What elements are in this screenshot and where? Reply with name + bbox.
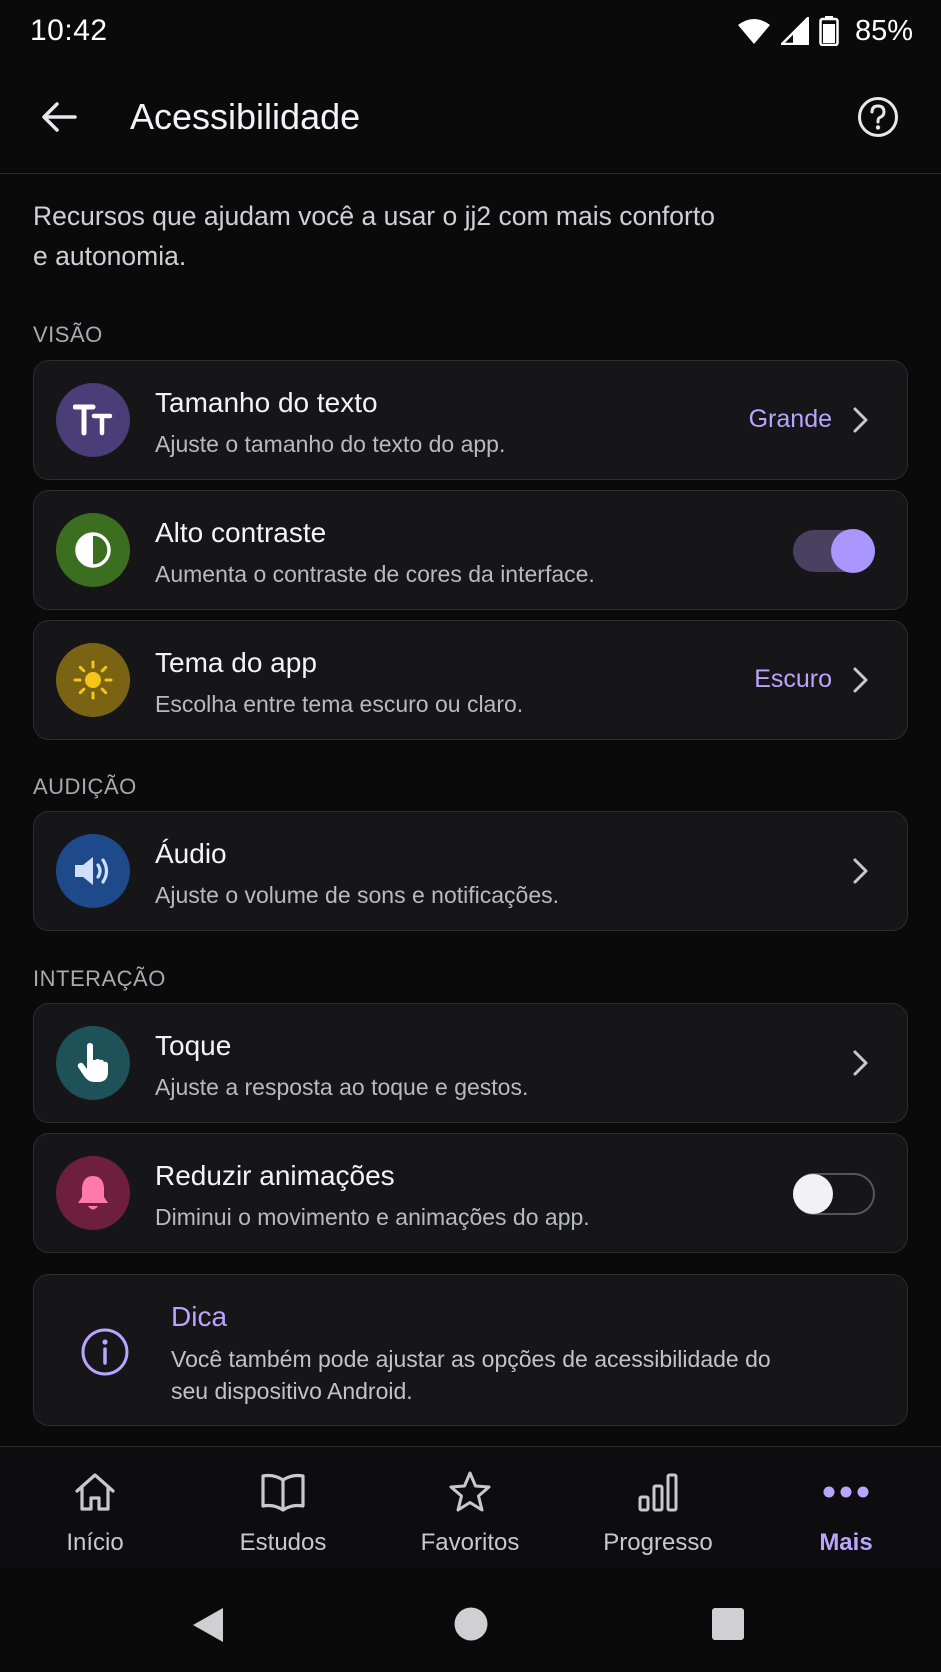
nav-item-inicio[interactable]: Início [1,1447,189,1569]
system-home-button[interactable] [453,1606,489,1642]
help-icon [858,97,898,137]
item-title: Reduzir animações [155,1160,395,1191]
nav-item-progresso[interactable]: Progresso [564,1447,752,1569]
nav-label: Mais [819,1529,873,1556]
toggle-thumb [793,1174,833,1214]
item-title: Toque [155,1030,232,1061]
section-label-vision: VISÃO [33,322,103,347]
item-subtitle: Ajuste a resposta ao toque e gestos. [155,1074,529,1100]
item-reduce-motion[interactable]: Reduzir animações Diminui o movimento e … [33,1133,908,1253]
item-touch[interactable]: Toque Ajuste a resposta ao toque e gesto… [33,1003,908,1123]
section-label-interaction: INTERAÇÃO [33,966,166,991]
nav-item-favoritos[interactable]: Favoritos [376,1447,564,1569]
chevron-right-icon [849,403,873,437]
item-title: Alto contraste [155,517,327,548]
item-subtitle: Diminui o movimento e animações do app. [155,1204,590,1230]
tip-title: Dica [171,1301,228,1332]
bell-icon [56,1156,130,1230]
chevron-right-icon [849,854,873,888]
speaker-icon [56,834,130,908]
nav-item-mais[interactable]: Mais [752,1447,940,1569]
home-icon [1,1469,189,1515]
hand-pointer-icon [56,1026,130,1100]
nav-label: Favoritos [420,1529,520,1556]
battery-icon [819,16,839,46]
item-theme[interactable]: Tema do app Escolha entre tema escuro ou… [33,620,908,740]
bottom-nav: Início Estudos Favoritos Progresso Mais [0,1446,941,1568]
item-subtitle: Aumenta o contraste de cores da interfac… [155,561,595,587]
back-button[interactable] [36,94,82,140]
chevron-right-icon [849,663,873,697]
item-subtitle: Escolha entre tema escuro ou claro. [155,691,524,717]
system-back-button[interactable] [190,1606,226,1644]
system-nav-bar [0,1568,941,1672]
item-subtitle: Ajuste o tamanho do texto do app. [155,431,506,457]
star-icon [376,1469,564,1515]
reduce-motion-toggle[interactable] [793,1172,875,1216]
item-high-contrast[interactable]: Alto contraste Aumenta o contraste de co… [33,490,908,610]
status-time: 10:42 [30,14,108,47]
tip-card: Dica Você também pode ajustar as opções … [33,1274,908,1426]
bar-chart-icon [564,1469,752,1515]
sun-icon [56,643,130,717]
nav-item-estudos[interactable]: Estudos [189,1447,377,1569]
intro-text: Recursos que ajudam você a usar o jj2 co… [33,201,715,271]
signal-icon [780,17,809,45]
item-audio[interactable]: Áudio Ajuste o volume de sons e notifica… [33,811,908,931]
item-value: Escuro [754,665,832,693]
wifi-icon [737,19,770,44]
high-contrast-toggle[interactable] [793,529,875,573]
item-value: Grande [748,405,832,433]
nav-label: Estudos [239,1529,327,1556]
section-label-hearing: AUDIÇÃO [33,774,137,799]
system-recents-button[interactable] [711,1607,745,1641]
info-icon [81,1328,129,1376]
item-subtitle: Ajuste o volume de sons e notificações. [155,882,560,908]
item-title: Tamanho do texto [155,387,378,418]
book-icon [189,1469,377,1515]
app-bar: Acessibilidade [0,62,941,174]
battery-percentage: 85% [854,14,913,47]
item-text-size[interactable]: Tamanho do texto Ajuste o tamanho do tex… [33,360,908,480]
text-size-icon [56,383,130,457]
status-bar: 10:42 85% [0,0,941,62]
more-dots-icon [752,1469,940,1515]
contrast-icon [56,513,130,587]
status-icons: 85% [737,15,913,48]
nav-label: Início [66,1529,124,1556]
page-title: Acessibilidade [130,96,361,137]
toggle-thumb [831,529,875,573]
item-title: Áudio [155,838,227,869]
arrow-back-icon [42,102,77,132]
help-button[interactable] [855,94,901,140]
tip-text: Você também pode ajustar as opções de ac… [171,1346,771,1404]
item-title: Tema do app [155,647,317,678]
nav-label: Progresso [603,1529,713,1556]
chevron-right-icon [849,1046,873,1080]
